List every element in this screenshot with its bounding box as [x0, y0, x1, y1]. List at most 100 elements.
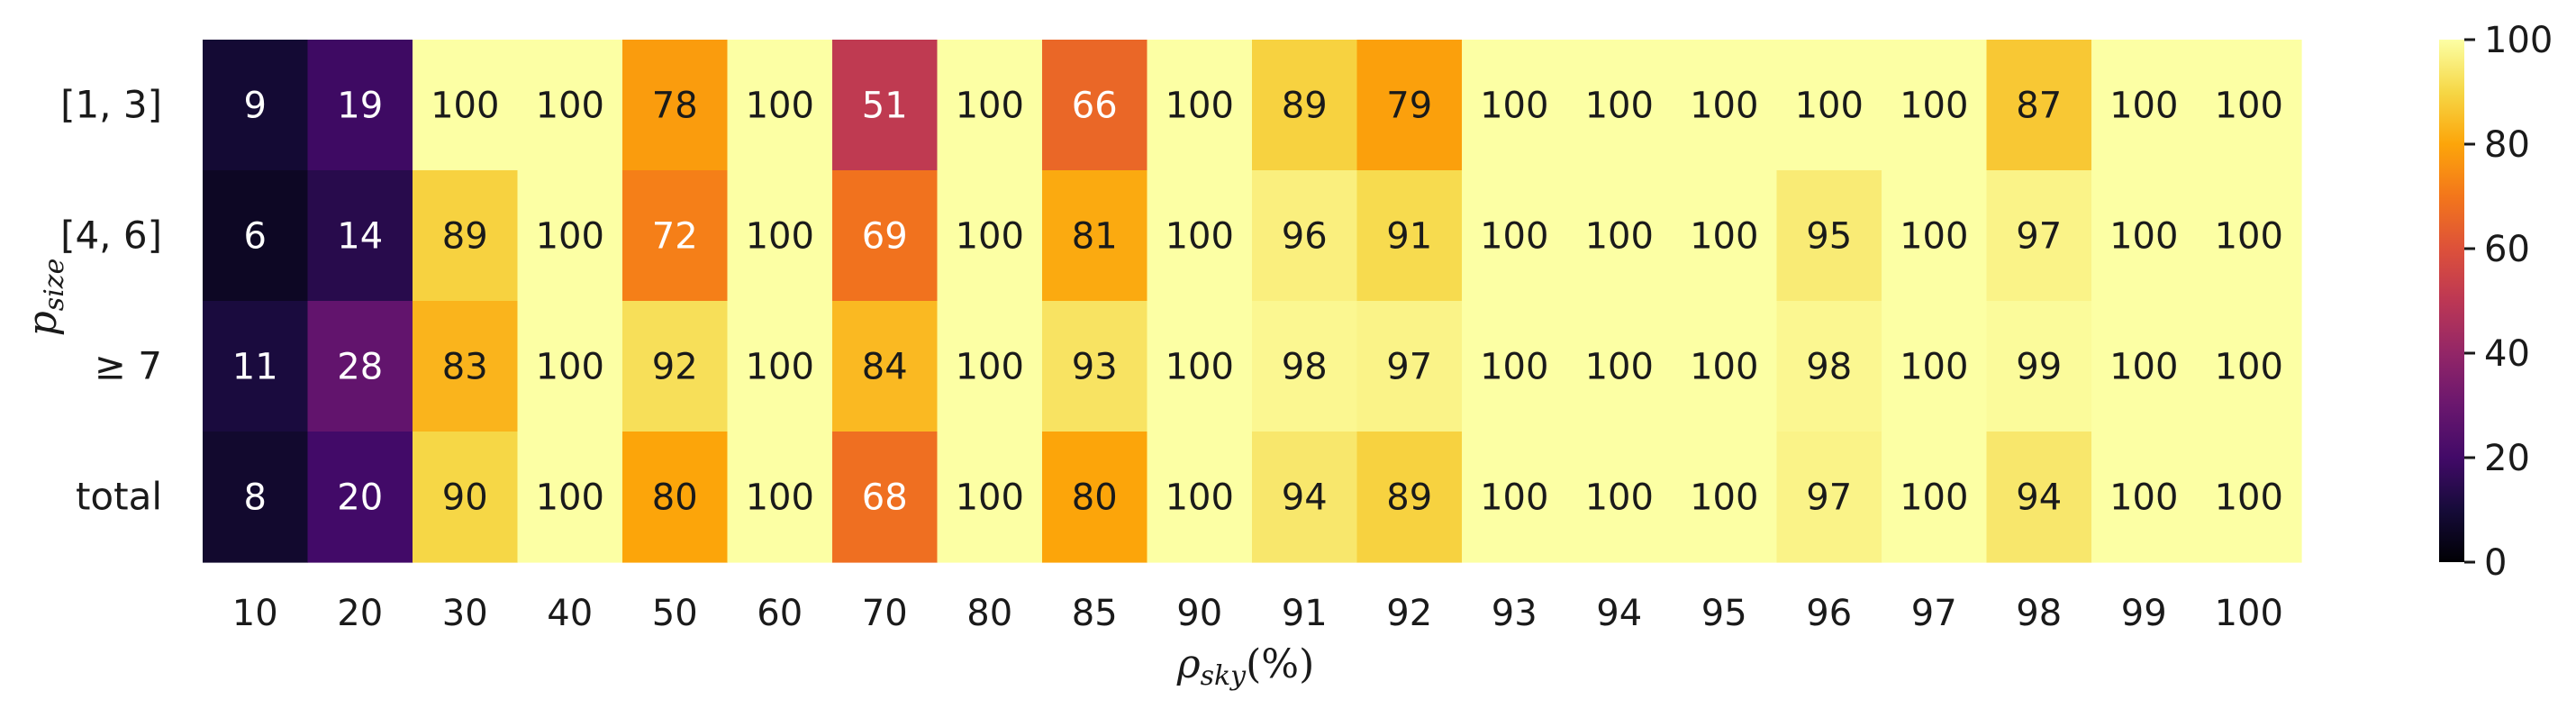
- x-axis-label-suffix: (%): [1246, 641, 1314, 687]
- heatmap-cell-value: 84: [862, 347, 908, 388]
- y-axis-label-base: p: [20, 311, 66, 336]
- heatmap-cell-value: 100: [956, 216, 1024, 258]
- x-tick-label: 91: [1282, 593, 1328, 634]
- heatmap-cell-value: 100: [431, 86, 499, 127]
- heatmap-cell-value: 90: [442, 477, 488, 519]
- x-tick-label: 50: [652, 593, 698, 634]
- heatmap-cell-value: 100: [1480, 477, 1548, 519]
- colorbar-tick-label: 100: [2484, 20, 2553, 61]
- x-axis-tick-labels: 10 20 30 40 50 60 70 80 85 90 91 92 93 94 95 96 97 98 99 10…: [232, 593, 2283, 634]
- y-axis-label: psize: [20, 259, 70, 337]
- x-tick-label: 80: [966, 593, 1012, 634]
- heatmap-cell-value: 96: [1282, 216, 1328, 258]
- heatmap-cell-value: 100: [746, 347, 814, 388]
- x-axis-label-base: ρ: [1176, 641, 1201, 687]
- heatmap-cell-value: 100: [1480, 86, 1548, 127]
- x-tick-label: 94: [1596, 593, 1642, 634]
- heatmap-cell-value: 100: [536, 216, 604, 258]
- heatmap-cell-value: 6: [244, 216, 267, 258]
- heatmap-cell-value: 100: [1795, 86, 1864, 127]
- colorbar: [2439, 40, 2464, 562]
- heatmap-cell-value: 11: [232, 347, 278, 388]
- heatmap-cell-value: 100: [746, 477, 814, 519]
- heatmap-cell-value: 89: [1282, 86, 1328, 127]
- colorbar-tick-label: 0: [2484, 542, 2507, 584]
- heatmap-cell-value: 92: [652, 347, 698, 388]
- heatmap-cell-value: 100: [1480, 347, 1548, 388]
- x-axis-label: ρsky(%): [1176, 641, 1315, 692]
- heatmap-cell-value: 69: [862, 216, 908, 258]
- heatmap-cell-value: 100: [1900, 347, 1968, 388]
- heatmap-cell-value: 94: [1282, 477, 1328, 519]
- heatmap-cell-value: 100: [2109, 216, 2178, 258]
- heatmap-cell-value: 100: [1585, 86, 1654, 127]
- colorbar-tick-label: 80: [2484, 124, 2530, 166]
- heatmap-cell-value: 100: [1166, 347, 1234, 388]
- heatmap-cell-value: 100: [1166, 477, 1234, 519]
- x-tick-label: 90: [1176, 593, 1222, 634]
- heatmap-cell-value: 98: [1806, 347, 1852, 388]
- y-tick-label: total: [76, 475, 162, 519]
- heatmap-cell-value: 93: [1072, 347, 1118, 388]
- heatmap-cell-value: 98: [1282, 347, 1328, 388]
- heatmap-cell-value: 100: [1900, 477, 1968, 519]
- heatmap-cell-value: 89: [1386, 477, 1432, 519]
- heatmap-cell-value: 100: [1480, 216, 1548, 258]
- heatmap-cell-value: 100: [956, 477, 1024, 519]
- heatmap-cell-value: 51: [862, 86, 908, 127]
- heatmap-cell-value: 8: [244, 477, 267, 519]
- heatmap-cell-value: 100: [1690, 347, 1758, 388]
- heatmap-cell-value: 97: [1806, 477, 1852, 519]
- x-tick-label: 95: [1701, 593, 1747, 634]
- heatmap-cell-value: 89: [442, 216, 488, 258]
- heatmap-cell-value: 14: [337, 216, 383, 258]
- x-tick-label: 60: [757, 593, 803, 634]
- heatmap-cell-value: 100: [1900, 86, 1968, 127]
- heatmap-chart: 9 1 9 100 100 78 100 51 100 66 100 89 79 100 100 100 100…: [0, 0, 2576, 722]
- x-tick-label: 30: [442, 593, 488, 634]
- heatmap-cell-value: 66: [1072, 86, 1118, 127]
- heatmap-cell-value: 72: [652, 216, 698, 258]
- heatmap-cell-value: 94: [2016, 477, 2062, 519]
- x-tick-label: 40: [547, 593, 593, 634]
- colorbar-tick-label: 40: [2484, 333, 2530, 375]
- heatmap-cell-value: 79: [1386, 86, 1432, 127]
- heatmap-cell-value: 100: [1585, 347, 1654, 388]
- y-tick-label: [4, 6]: [60, 214, 162, 258]
- heatmap-cell-value: 91: [1386, 216, 1432, 258]
- heatmap-cell-value: 100: [2215, 86, 2283, 127]
- heatmap-cell-value: 87: [2016, 86, 2062, 127]
- heatmap-cell-value: 100: [1585, 477, 1654, 519]
- heatmap-cell-value: 100: [1166, 86, 1234, 127]
- heatmap-cell-value: 97: [1386, 347, 1432, 388]
- heatmap-cell-value: 100: [956, 347, 1024, 388]
- y-tick-label: ≥ 7: [95, 344, 162, 388]
- heatmap-cell-value: 100: [956, 86, 1024, 127]
- x-tick-label: 92: [1386, 593, 1432, 634]
- heatmap-cell-value: 100: [2215, 477, 2283, 519]
- x-tick-label: 97: [1911, 593, 1957, 634]
- heatmap-cell-value: 100: [2109, 86, 2178, 127]
- heatmap-cell-value: 100: [536, 347, 604, 388]
- heatmap-cell-value: 95: [1806, 216, 1852, 258]
- heatmap-cell-value: 80: [1072, 477, 1118, 519]
- heatmap-cell-value: 99: [2016, 347, 2062, 388]
- heatmap-cell-value: 100: [746, 216, 814, 258]
- heatmap-cell-value: 100: [2109, 347, 2178, 388]
- x-axis-label-sub: sky: [1201, 660, 1247, 692]
- heatmap-cell-value: 20: [337, 477, 383, 519]
- heatmap-cells: [203, 40, 2302, 563]
- heatmap-cell-value: 100: [536, 477, 604, 519]
- heatmap-cell-value: 81: [1072, 216, 1118, 258]
- x-tick-label: 96: [1806, 593, 1852, 634]
- heatmap-cell-value: 78: [652, 86, 698, 127]
- y-axis-tick-labels: [1, 3] [4, 6] ≥ 7 total: [60, 83, 162, 519]
- heatmap-cell-value: 68: [862, 477, 908, 519]
- heatmap-cell-value: 9: [244, 86, 267, 127]
- heatmap-cell-value: 100: [1690, 216, 1758, 258]
- x-tick-label: 70: [862, 593, 908, 634]
- heatmap-cell-value: 80: [652, 477, 698, 519]
- heatmap-cell-value: 100: [1585, 216, 1654, 258]
- x-tick-label: 85: [1072, 593, 1118, 634]
- heatmap-svg: 9 1 9 100 100 78 100 51 100 66 100 89 79 100 100 100 100…: [20, 20, 2553, 692]
